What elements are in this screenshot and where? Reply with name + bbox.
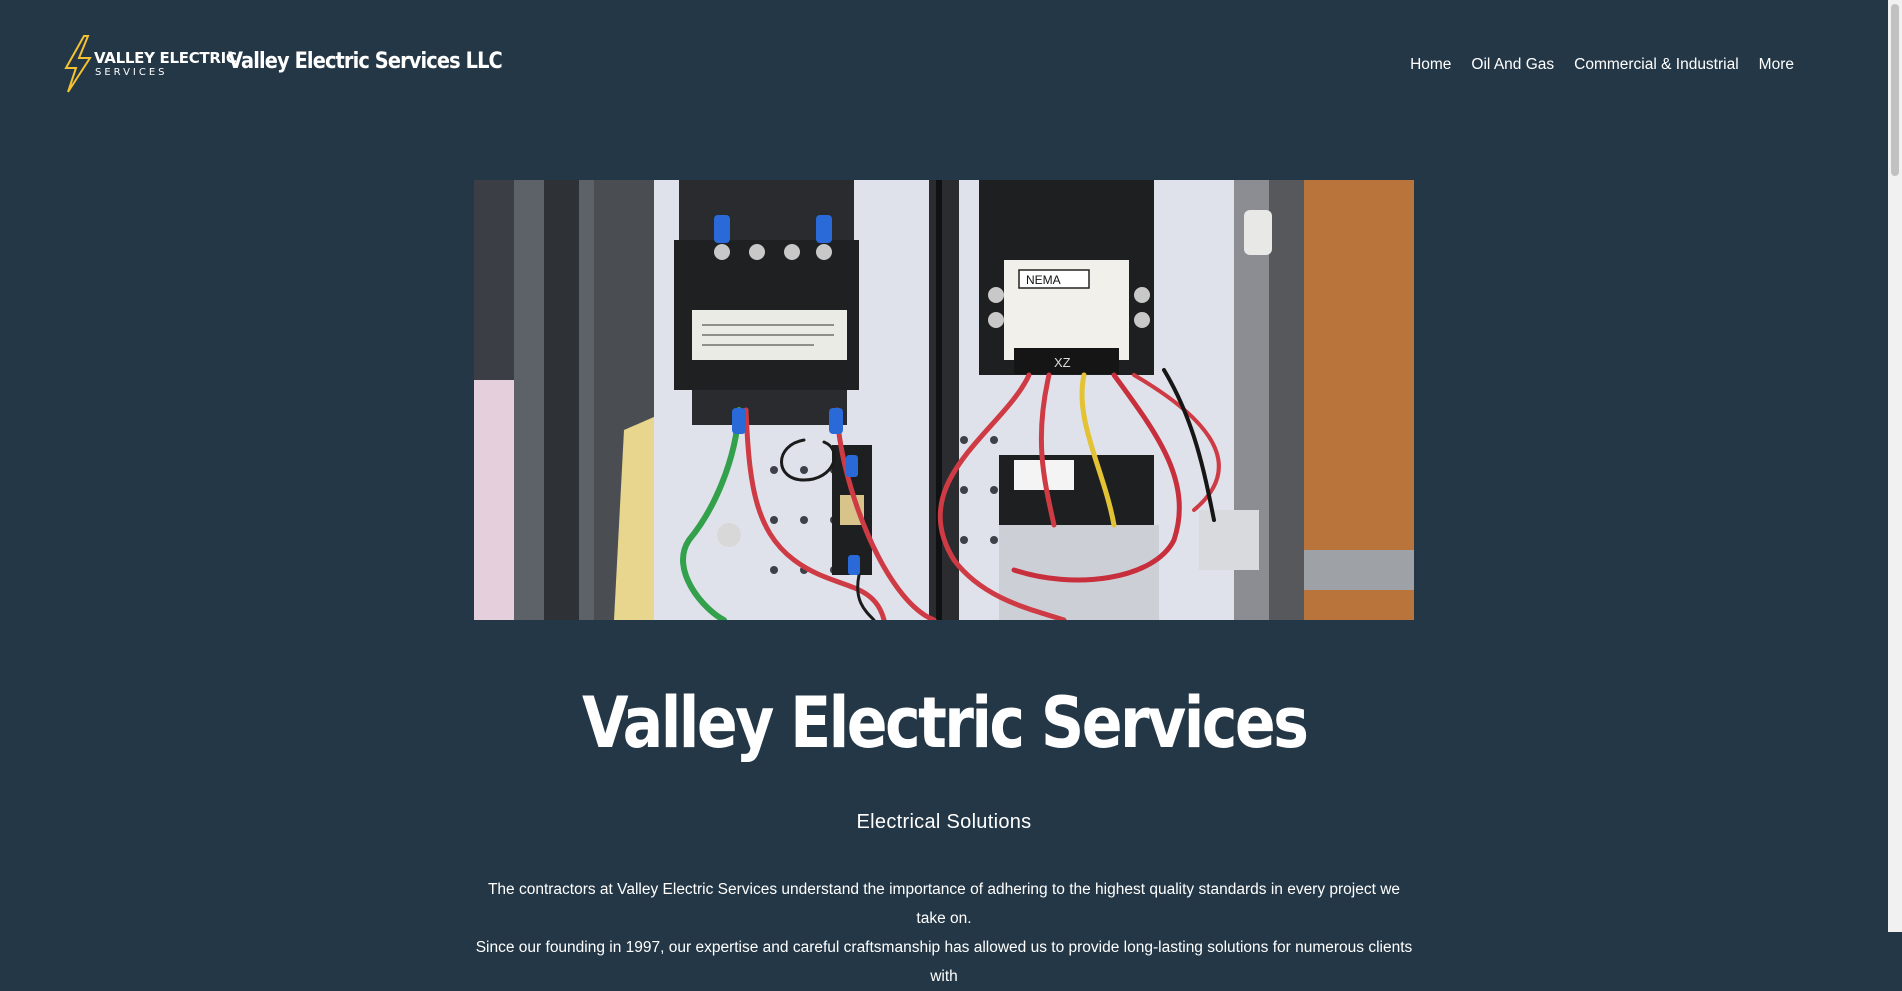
- xz-label: XZ: [1054, 355, 1071, 370]
- intro-paragraph-line: Since our founding in 1997, our expertis…: [475, 939, 1413, 985]
- nav-item-more[interactable]: More: [1759, 56, 1794, 74]
- nav-item-home[interactable]: Home: [1410, 56, 1451, 74]
- site-logo[interactable]: VALLEY ELECTRIC SERVICES: [60, 34, 237, 94]
- lightning-bolt-icon: [64, 35, 92, 93]
- nav-item-oil-and-gas[interactable]: Oil And Gas: [1471, 56, 1554, 74]
- nav-item-commercial-industrial[interactable]: Commercial & Industrial: [1574, 56, 1739, 74]
- site-title[interactable]: Valley Electric Services LLC: [228, 49, 503, 74]
- nema-label: NEMA: [1026, 273, 1061, 287]
- logo-text-line1: VALLEY ELECTRIC: [94, 49, 237, 67]
- hero-image-electrical-panel: NEMA XZ: [474, 180, 1414, 620]
- intro-paragraph: The contractors at Valley Electric Servi…: [474, 875, 1414, 991]
- scrollbar-thumb[interactable]: [1891, 4, 1899, 176]
- page-scrollbar[interactable]: [1888, 0, 1902, 932]
- site-header: VALLEY ELECTRIC SERVICES Valley Electric…: [0, 0, 1888, 130]
- page-subheading: Electrical Solutions: [856, 811, 1032, 833]
- logo-text-line2: SERVICES: [95, 67, 168, 78]
- page-headline: Valley Electric Services: [581, 682, 1309, 764]
- intro-paragraph-line: The contractors at Valley Electric Servi…: [487, 881, 1401, 927]
- main-nav: Home Oil And Gas Commercial & Industrial…: [1410, 56, 1794, 74]
